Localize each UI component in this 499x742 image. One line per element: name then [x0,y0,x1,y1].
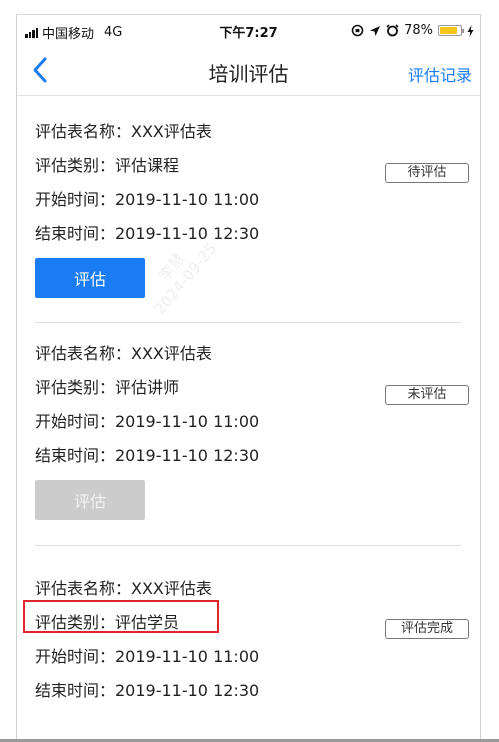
status-badge: 待评估 [385,163,469,183]
evaluation-category: 评估类别：评估课程 [35,156,180,175]
alarm-icon [386,24,399,37]
highlight-box [23,600,219,633]
screen-lock-icon [351,24,364,37]
start-time: 开始时间：2019-11-10 11:00 [35,647,260,666]
end-time: 结束时间：2019-11-10 12:30 [35,681,260,700]
evaluate-button-disabled: 评估 [35,480,145,520]
status-bar: 中国移动 4G 下午7:27 78% [17,15,480,47]
evaluation-category: 评估类别：评估讲师 [35,378,180,397]
start-time: 开始时间：2019-11-10 11:00 [35,412,260,431]
battery-icon [438,25,464,36]
form-name: 评估表名称：XXX评估表 [35,344,212,363]
evaluate-button[interactable]: 评估 [35,258,145,298]
nav-bar: 培训评估 评估记录 [17,47,480,96]
end-time: 结束时间：2019-11-10 12:30 [35,224,260,243]
status-right: 78% [351,23,474,38]
card-divider [35,322,461,323]
charging-icon [467,24,474,37]
end-time: 结束时间：2019-11-10 12:30 [35,446,260,465]
status-badge: 未评估 [385,385,469,405]
form-name: 评估表名称：XXX评估表 [35,579,212,598]
form-name: 评估表名称：XXX评估表 [35,122,212,141]
evaluation-records-link[interactable]: 评估记录 [408,62,472,86]
phone-screen: 中国移动 4G 下午7:27 78% 培训评估 评估记录 李慧 2024-09-… [16,14,481,742]
card-divider [35,545,461,546]
start-time: 开始时间：2019-11-10 11:00 [35,190,260,209]
location-arrow-icon [370,25,381,36]
status-badge: 评估完成 [385,619,469,639]
battery-percent: 78% [404,23,433,38]
